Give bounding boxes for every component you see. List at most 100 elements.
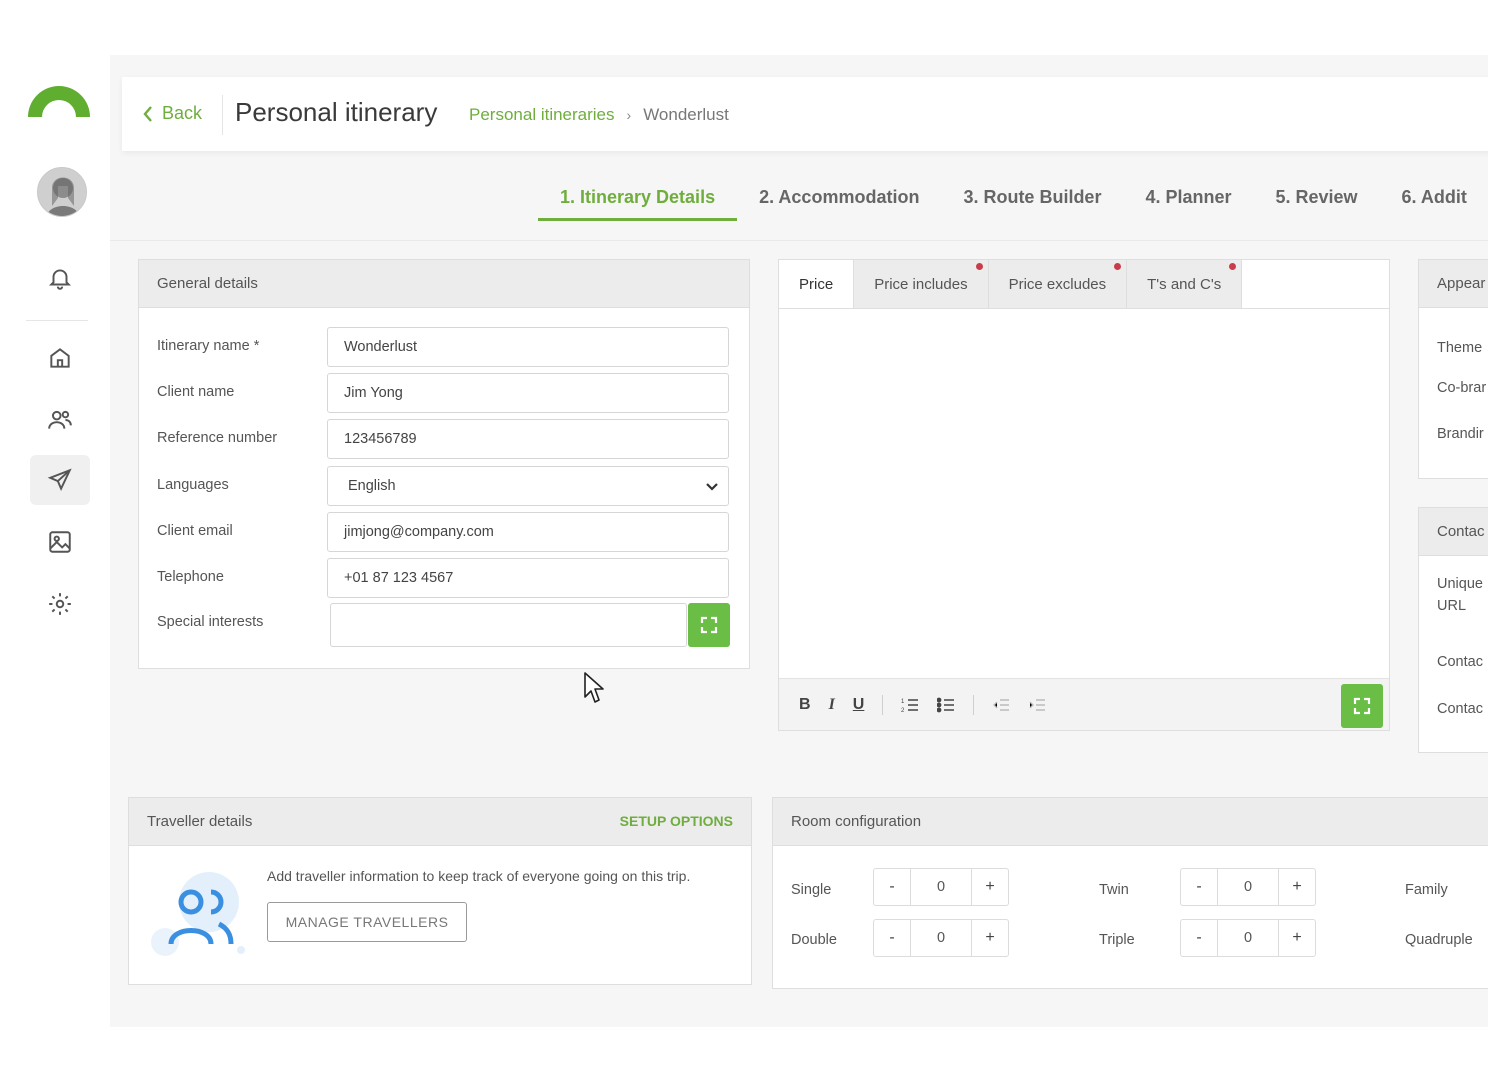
- tab-planner[interactable]: 4. Planner: [1123, 187, 1253, 221]
- image-gallery-icon[interactable]: [30, 517, 90, 567]
- tab-additional[interactable]: 6. Addit: [1380, 187, 1488, 221]
- tab-review[interactable]: 5. Review: [1254, 187, 1380, 221]
- triple-decrement-button[interactable]: -: [1181, 920, 1217, 956]
- setup-options-link[interactable]: SETUP OPTIONS: [620, 813, 733, 829]
- client-email-label: Client email: [157, 523, 233, 539]
- main-content: Back Personal itinerary Personal itinera…: [110, 55, 1488, 1027]
- telephone-input[interactable]: +01 87 123 4567: [327, 558, 729, 598]
- back-label: Back: [162, 103, 203, 123]
- manage-travellers-button[interactable]: MANAGE TRAVELLERS: [267, 902, 467, 942]
- tab-price-label: Price: [799, 275, 834, 293]
- special-interests-expand-button[interactable]: [688, 603, 730, 647]
- required-dot-icon: [1229, 263, 1237, 270]
- client-name-input[interactable]: Jim Yong: [327, 373, 729, 413]
- required-dot-icon: [1114, 263, 1122, 270]
- breadcrumb-parent-link[interactable]: Personal itineraries: [469, 105, 615, 125]
- contact-label-1: Contac: [1437, 654, 1483, 670]
- twin-increment-button[interactable]: +: [1279, 869, 1315, 905]
- svg-text:1: 1: [901, 699, 905, 705]
- twin-decrement-button[interactable]: -: [1181, 869, 1217, 905]
- travellers-illustration-icon: [151, 872, 245, 956]
- languages-row: Languages English: [157, 466, 731, 506]
- underline-button[interactable]: U: [853, 696, 865, 714]
- room-configuration-title: Room configuration: [773, 798, 1488, 846]
- app-frame: Back Personal itinerary Personal itinera…: [0, 0, 1500, 1080]
- sidebar: [0, 55, 110, 1027]
- price-editor-card: Price Price includes Price excludes T's …: [778, 259, 1390, 731]
- special-interests-input[interactable]: [330, 603, 687, 647]
- single-value[interactable]: 0: [910, 869, 972, 905]
- tab-terms-label: T's and C's: [1147, 275, 1222, 293]
- editor-expand-button[interactable]: [1341, 684, 1383, 728]
- tab-itinerary-details[interactable]: 1. Itinerary Details: [538, 187, 738, 221]
- unique-label: Unique: [1437, 576, 1483, 592]
- editor-toolbar: B I U 12: [779, 678, 1389, 730]
- single-increment-button[interactable]: +: [972, 869, 1008, 905]
- tab-price[interactable]: Price: [779, 260, 855, 308]
- page-title: Personal itinerary: [235, 97, 438, 127]
- toolbar-divider: [882, 694, 884, 715]
- brand-logo-icon[interactable]: [26, 81, 92, 119]
- sidebar-divider: [26, 320, 88, 321]
- triple-increment-button[interactable]: +: [1279, 920, 1315, 956]
- special-interests-label: Special interests: [157, 614, 264, 630]
- bold-button[interactable]: B: [799, 696, 811, 714]
- double-decrement-button[interactable]: -: [874, 920, 910, 956]
- back-button[interactable]: Back: [142, 103, 202, 124]
- tab-route-builder[interactable]: 3. Route Builder: [941, 187, 1123, 221]
- single-stepper: - 0 +: [873, 868, 1009, 906]
- tab-price-excludes[interactable]: Price excludes: [988, 260, 1128, 308]
- outdent-icon[interactable]: [992, 697, 1010, 713]
- reference-number-input[interactable]: 123456789: [327, 419, 729, 459]
- breadcrumb: Personal itineraries › Wonderlust: [469, 105, 729, 125]
- bullet-list-icon[interactable]: [937, 697, 955, 713]
- svg-text:2: 2: [901, 708, 905, 713]
- avatar[interactable]: [37, 167, 87, 217]
- traveller-description: Add traveller information to keep track …: [267, 868, 691, 884]
- home-icon[interactable]: [30, 333, 90, 383]
- traveller-details-card: Traveller details SETUP OPTIONS Add trav…: [128, 797, 752, 985]
- send-itinerary-icon[interactable]: [30, 455, 90, 505]
- double-value[interactable]: 0: [910, 920, 972, 956]
- users-icon[interactable]: [30, 395, 90, 445]
- triple-stepper: - 0 +: [1180, 919, 1316, 957]
- url-label: URL: [1437, 598, 1467, 614]
- price-text-editor[interactable]: [779, 308, 1389, 678]
- general-details-title: General details: [139, 260, 749, 308]
- tab-price-excludes-label: Price excludes: [1008, 275, 1107, 293]
- tab-accommodation[interactable]: 2. Accommodation: [737, 187, 941, 221]
- ordered-list-icon[interactable]: 12: [901, 697, 919, 713]
- expand-icon: [1353, 697, 1371, 715]
- branding-label: Brandir: [1437, 426, 1484, 442]
- triple-value[interactable]: 0: [1217, 920, 1279, 956]
- contact-card: Contac Unique URL Contac Contac: [1418, 507, 1488, 753]
- appearance-card: Appear Theme Co-brar Brandir: [1418, 259, 1488, 479]
- indent-icon[interactable]: [1028, 697, 1046, 713]
- client-name-row: Client name Jim Yong: [157, 373, 731, 413]
- itinerary-name-input[interactable]: Wonderlust: [327, 327, 729, 367]
- toolbar-divider: [973, 694, 975, 715]
- languages-label: Languages: [157, 477, 229, 493]
- tab-terms[interactable]: T's and C's: [1127, 260, 1243, 308]
- twin-value[interactable]: 0: [1217, 869, 1279, 905]
- breadcrumb-current: Wonderlust: [643, 105, 729, 124]
- languages-select[interactable]: English: [327, 466, 729, 506]
- client-email-input[interactable]: jimjong@company.com: [327, 512, 729, 552]
- client-name-label: Client name: [157, 384, 235, 400]
- step-tabs: 1. Itinerary Details 2. Accommodation 3.…: [538, 187, 1488, 221]
- single-decrement-button[interactable]: -: [874, 869, 910, 905]
- settings-gear-icon[interactable]: [30, 579, 90, 629]
- notifications-bell-icon[interactable]: [30, 253, 90, 303]
- italic-button[interactable]: I: [829, 696, 835, 714]
- single-label: Single: [791, 882, 832, 898]
- user-photo-icon: [38, 168, 86, 216]
- double-label: Double: [791, 932, 837, 948]
- double-increment-button[interactable]: +: [972, 920, 1008, 956]
- languages-value: English: [348, 478, 396, 494]
- twin-stepper: - 0 +: [1180, 868, 1316, 906]
- chevron-down-icon: [706, 483, 718, 491]
- tab-price-includes[interactable]: Price includes: [854, 260, 989, 308]
- telephone-label: Telephone: [157, 569, 224, 585]
- telephone-row: Telephone +01 87 123 4567: [157, 558, 731, 598]
- chevron-left-icon: [143, 105, 152, 122]
